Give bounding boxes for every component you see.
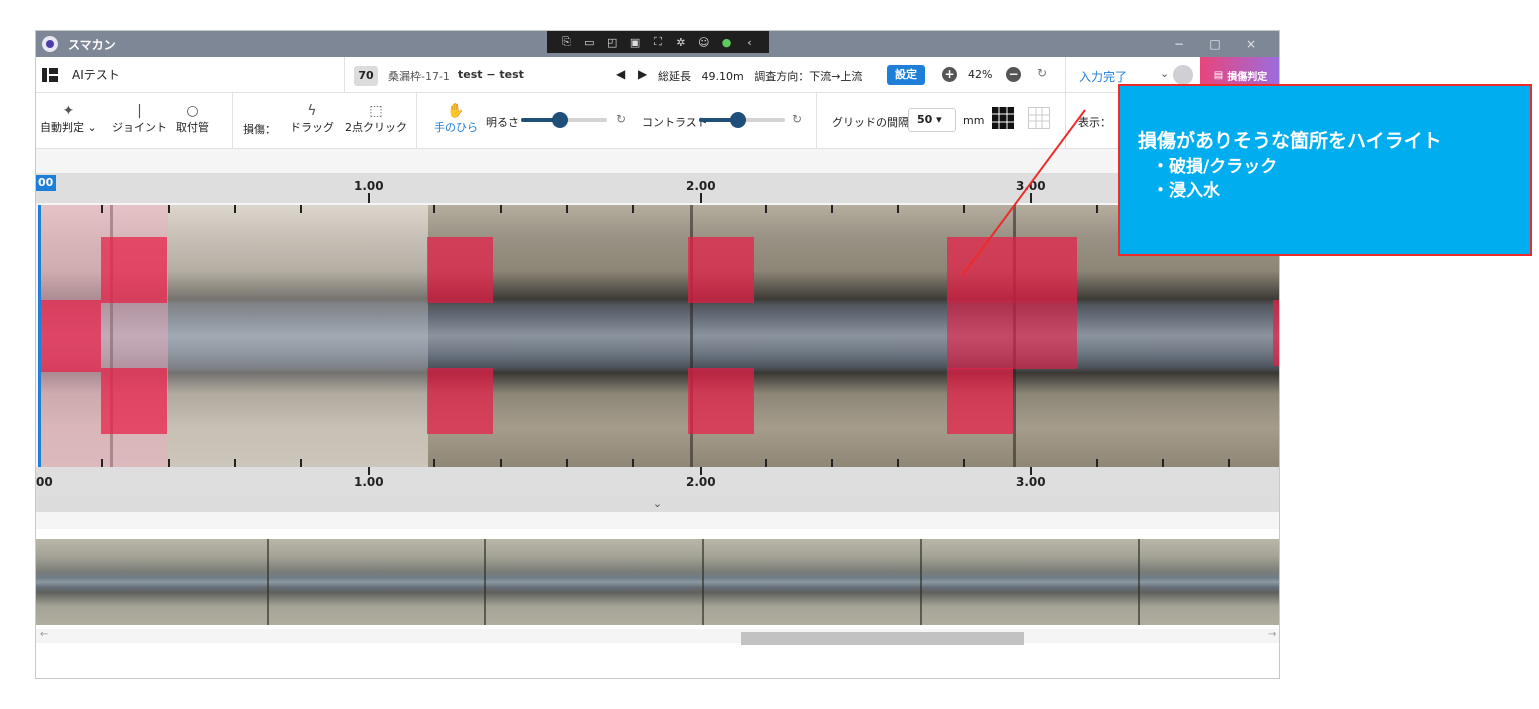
callout-title: 損傷がありそうな箇所をハイライト — [1138, 130, 1442, 152]
callout-item: ・破損/クラック — [1152, 157, 1278, 177]
callout-item: ・浸入水 — [1152, 181, 1220, 201]
annotation-callout: 損傷がありそうな箇所をハイライト ・破損/クラック ・浸入水 — [1118, 84, 1532, 256]
